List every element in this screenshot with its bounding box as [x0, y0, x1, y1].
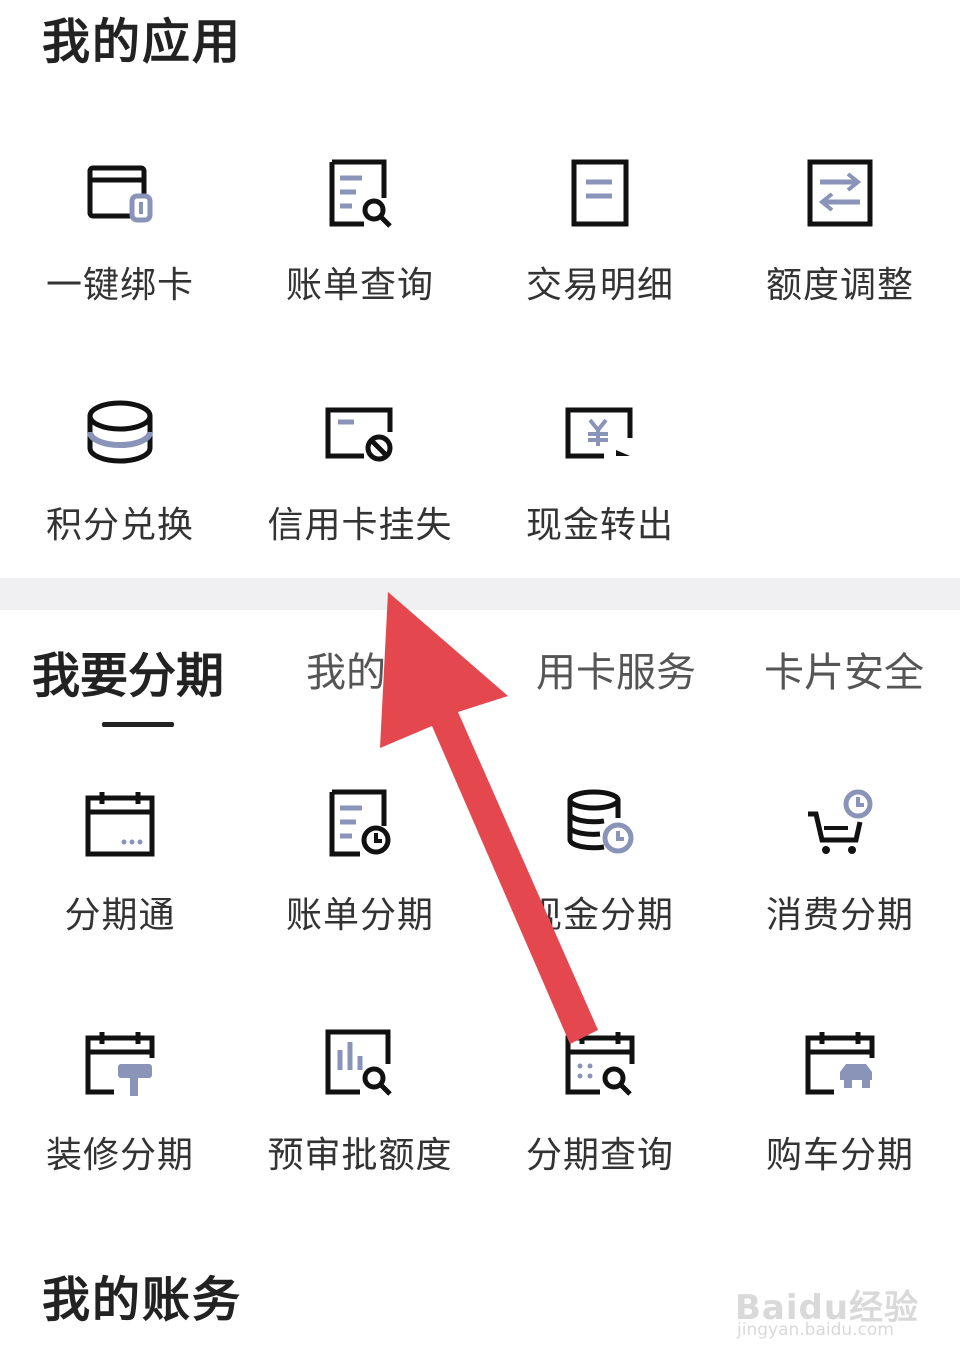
app-label: 现金转出 — [525, 505, 674, 546]
tab-mine[interactable]: 我的 — [306, 640, 386, 698]
installment-calendar-icon — [84, 788, 156, 860]
installment-label: 分期通 — [64, 895, 176, 936]
decoration-installment-icon — [84, 1028, 156, 1100]
app-label: 交易明细 — [525, 265, 674, 306]
bind-card-icon — [84, 158, 156, 230]
card-report-loss-icon — [324, 398, 396, 470]
app-label: 一键绑卡 — [45, 265, 194, 306]
points-exchange-icon — [84, 398, 156, 470]
tab-card-security[interactable]: 卡片安全 — [764, 640, 924, 698]
pre-approval-limit-icon — [324, 1028, 396, 1100]
installment-label: 预审批额度 — [267, 1135, 453, 1176]
transaction-detail-icon — [564, 158, 636, 230]
bill-search-icon — [324, 158, 396, 230]
installment-label: 现金分期 — [525, 895, 674, 936]
app-label: 信用卡挂失 — [267, 505, 453, 546]
installment-label: 购车分期 — [765, 1135, 914, 1176]
active-tab-indicator — [102, 722, 174, 727]
bill-installment-icon — [324, 788, 396, 860]
car-installment-icon — [804, 1028, 876, 1100]
app-label: 额度调整 — [765, 265, 914, 306]
my-accounts-title: 我的账务 — [42, 1272, 243, 1328]
cash-installment-icon — [564, 788, 636, 860]
section-divider — [0, 578, 960, 610]
baidu-watermark: Baidu经验 jingyan.baidu.com — [735, 1270, 925, 1350]
installment-label: 分期查询 — [525, 1135, 674, 1176]
installment-tabs: 我要分期 我的 用卡服务 卡片安全 — [0, 640, 960, 730]
installment-label: 消费分期 — [765, 895, 914, 936]
installment-search-icon — [564, 1028, 636, 1100]
my-apps-title: 我的应用 — [42, 14, 243, 70]
installment-label: 装修分期 — [45, 1135, 194, 1176]
tab-installment[interactable]: 我要分期 — [32, 636, 224, 706]
app-label: 账单查询 — [285, 265, 434, 306]
shopping-cart-installment-icon — [804, 788, 876, 860]
installment-label: 账单分期 — [285, 895, 434, 936]
watermark-url: jingyan.baidu.com — [737, 1320, 894, 1340]
limit-adjust-icon — [804, 158, 876, 230]
cash-transfer-icon — [564, 398, 636, 470]
tab-card-service[interactable]: 用卡服务 — [536, 640, 696, 698]
app-label: 积分兑换 — [45, 505, 194, 546]
